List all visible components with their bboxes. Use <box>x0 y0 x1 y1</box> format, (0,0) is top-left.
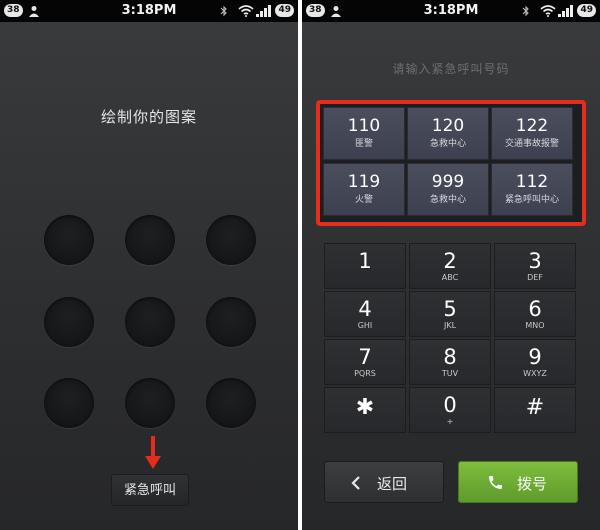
status-bar: 38 3:18PM 49 <box>302 0 600 22</box>
dial-key-star[interactable]: ✱ <box>324 387 406 433</box>
emergency-label: 匪警 <box>354 139 373 149</box>
call-button-label: 拨号 <box>517 475 548 493</box>
lock-screen: 38 3:18PM 49 绘制你的图案 紧急呼叫 <box>0 0 298 530</box>
status-bar: 38 3:18PM 49 <box>0 0 298 22</box>
pattern-dot[interactable] <box>44 378 94 428</box>
arrow-down-icon <box>145 436 161 469</box>
emergency-label: 紧急呼叫中心 <box>504 195 559 205</box>
wifi-icon <box>238 5 254 17</box>
dial-key-9[interactable]: 9 WXYZ <box>494 339 576 385</box>
battery-indicator: 49 <box>275 4 294 17</box>
dial-key-hash[interactable]: # <box>494 387 576 433</box>
emergency-number-120[interactable]: 120 急救中心 <box>407 107 489 160</box>
dial-key-0[interactable]: 0 + <box>409 387 491 433</box>
dial-key-8[interactable]: 8 TUV <box>409 339 491 385</box>
emergency-number: 999 <box>431 172 465 192</box>
emergency-label: 急救中心 <box>429 139 466 149</box>
key-digit: 7 <box>358 345 372 369</box>
pattern-dot[interactable] <box>206 297 256 347</box>
dial-key-7[interactable]: 7 PQRS <box>324 339 406 385</box>
emergency-label: 火警 <box>354 195 373 205</box>
key-letters: TUV <box>441 369 459 378</box>
emergency-label: 交通事故报警 <box>504 139 559 149</box>
key-digit: 2 <box>443 249 457 273</box>
key-digit: 3 <box>528 249 542 273</box>
key-letters: ABC <box>441 273 459 282</box>
dial-key-5[interactable]: 5 JKL <box>409 291 491 337</box>
bluetooth-icon <box>522 5 529 17</box>
chevron-left-icon <box>351 476 360 490</box>
key-letters: MNO <box>525 321 545 330</box>
emergency-number-122[interactable]: 122 交通事故报警 <box>491 107 573 160</box>
emergency-number-110[interactable]: 110 匪警 <box>323 107 405 160</box>
emergency-number: 110 <box>347 116 381 136</box>
key-letters: GHI <box>357 321 373 330</box>
emergency-number-119[interactable]: 119 火警 <box>323 163 405 216</box>
emergency-number-112[interactable]: 112 紧急呼叫中心 <box>491 163 573 216</box>
dialer-hint: 请输入紧急呼叫号码 <box>392 62 510 76</box>
pattern-dot[interactable] <box>125 297 175 347</box>
key-digit: 0 <box>443 393 457 417</box>
key-digit: 4 <box>358 297 372 321</box>
phone-icon <box>489 476 502 489</box>
pattern-dot[interactable] <box>206 378 256 428</box>
pattern-dot[interactable] <box>44 297 94 347</box>
emergency-numbers-highlight: 110 匪警 120 急救中心 122 交通事故报警 119 火警 999 急救… <box>316 100 586 226</box>
wifi-icon <box>540 5 556 17</box>
hash-icon: # <box>525 395 545 420</box>
signal-icon <box>558 5 573 17</box>
call-button[interactable]: 拨号 <box>458 461 578 503</box>
dial-key-1[interactable]: 1 <box>324 243 406 289</box>
emergency-number-999[interactable]: 999 急救中心 <box>407 163 489 216</box>
pattern-dot[interactable] <box>44 215 94 265</box>
emergency-call-button[interactable]: 紧急呼叫 <box>111 474 189 506</box>
dial-key-3[interactable]: 3 DEF <box>494 243 576 289</box>
emergency-label: 急救中心 <box>429 195 466 205</box>
pattern-dot[interactable] <box>206 215 256 265</box>
pattern-dot[interactable] <box>125 215 175 265</box>
key-digit: 8 <box>443 345 457 369</box>
emergency-number: 112 <box>515 172 549 192</box>
battery-indicator: 49 <box>577 4 596 17</box>
key-digit: 9 <box>528 345 542 369</box>
key-digit: 5 <box>443 297 457 321</box>
dial-key-2[interactable]: 2 ABC <box>409 243 491 289</box>
pattern-dot[interactable] <box>125 378 175 428</box>
pattern-title: 绘制你的图案 <box>100 108 197 126</box>
bluetooth-icon <box>220 5 227 17</box>
dial-key-4[interactable]: 4 GHI <box>324 291 406 337</box>
emergency-dialer-screen: 38 3:18PM 49 请输入紧急呼叫号码 110 匪警 120 急救中心 1… <box>302 0 600 530</box>
key-digit: 1 <box>358 249 372 273</box>
key-letters: + <box>446 417 454 426</box>
emergency-number: 119 <box>347 172 381 192</box>
back-button-label: 返回 <box>377 475 408 493</box>
signal-icon <box>256 5 271 17</box>
key-letters: WXYZ <box>523 369 547 378</box>
key-letters: JKL <box>443 321 457 330</box>
key-letters: DEF <box>527 273 543 282</box>
emergency-number: 122 <box>515 116 549 136</box>
dial-key-6[interactable]: 6 MNO <box>494 291 576 337</box>
emergency-number: 120 <box>431 116 465 136</box>
key-letters: PQRS <box>354 369 376 378</box>
back-button[interactable]: 返回 <box>324 461 444 503</box>
key-digit: 6 <box>528 297 542 321</box>
star-icon: ✱ <box>355 395 375 420</box>
